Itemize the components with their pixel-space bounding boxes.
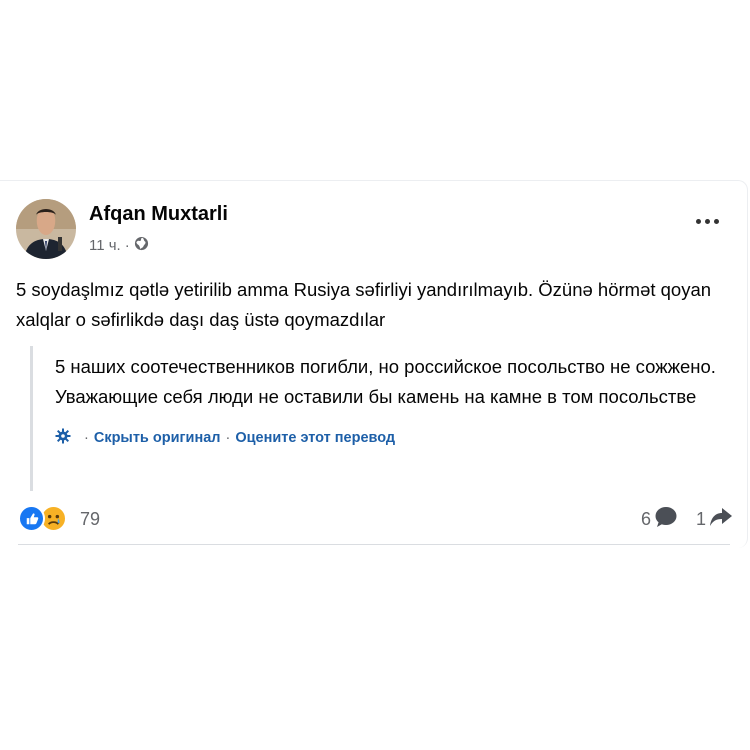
footer-divider xyxy=(18,544,730,545)
hide-original-link[interactable]: Скрыть оригинал xyxy=(94,430,221,446)
like-icon xyxy=(18,505,45,532)
rate-translation-link[interactable]: Оцените этот перевод xyxy=(235,430,395,446)
post-time[interactable]: 11 ч. xyxy=(89,237,121,254)
author-name[interactable]: Afqan Muxtarli xyxy=(89,203,228,226)
avatar[interactable] xyxy=(16,199,76,259)
reaction-count: 79 xyxy=(80,508,101,529)
reactions-summary[interactable]: 79 xyxy=(18,505,100,533)
engagement-counts: 6 1 xyxy=(641,506,733,533)
more-options-icon[interactable] xyxy=(696,219,719,224)
post-text: 5 soydaşlmız qətlə yetirilib amma Rusiya… xyxy=(16,279,712,330)
translate-gear-icon[interactable] xyxy=(55,428,79,448)
share-icon xyxy=(709,506,733,533)
comment-icon xyxy=(654,506,678,533)
post-card: Afqan Muxtarli 11 ч. · 5 soydaşlmız qətl… xyxy=(0,180,748,548)
comments-count[interactable]: 6 xyxy=(641,506,678,533)
share-count-value: 1 xyxy=(695,508,706,529)
link-separator: · xyxy=(225,430,231,446)
comment-count-value: 6 xyxy=(640,508,651,529)
translation-block: 5 наших соотечественников погибли, но ро… xyxy=(30,346,720,491)
subline-separator: · xyxy=(124,237,130,254)
translation-links: · Скрыть оригинал · Оцените этот перевод xyxy=(55,428,720,448)
post-header: Afqan Muxtarli 11 ч. · xyxy=(16,199,228,259)
post-subline: 11 ч. · xyxy=(89,236,228,255)
post-meta: Afqan Muxtarli 11 ч. · xyxy=(89,203,228,255)
shares-count[interactable]: 1 xyxy=(696,506,733,533)
translation-text: 5 наших соотечественников погибли, но ро… xyxy=(55,356,716,407)
link-separator: · xyxy=(84,430,89,446)
globe-icon xyxy=(134,236,149,255)
post-footer: 79 6 1 xyxy=(18,504,733,534)
reaction-icons xyxy=(18,505,76,533)
